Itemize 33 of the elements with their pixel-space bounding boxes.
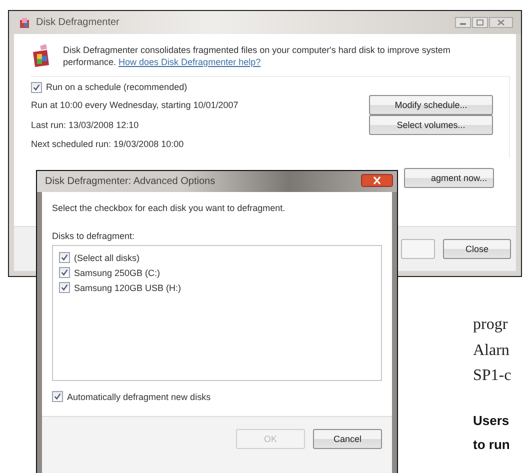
article-heading: Users: [473, 412, 510, 430]
checkbox[interactable]: [31, 82, 42, 92]
article-heading: to run: [473, 436, 511, 454]
window-title: Disk Defragmenter: [36, 17, 120, 28]
schedule-info: Last run: 13/03/2008 12:10: [31, 119, 140, 132]
article-text: progr: [473, 315, 509, 335]
close-icon[interactable]: [361, 174, 393, 187]
article-text: Alarn: [473, 340, 510, 360]
article-text: SP1-c: [473, 366, 512, 386]
checkbox-label: Run on a schedule (recommended): [46, 82, 188, 92]
minimize-icon[interactable]: [455, 17, 471, 28]
checkbox-label: Automatically defragment new disks: [67, 392, 211, 402]
instruction-text: Select the checkbox for each disk you want to defragment.: [52, 203, 286, 213]
schedule-info: Next scheduled run: 19/03/2008 10:00: [31, 138, 185, 150]
checkbox[interactable]: [59, 267, 70, 278]
checkbox[interactable]: [52, 391, 63, 402]
schedule-button[interactable]: Select volumes...: [369, 115, 493, 135]
description-text: Disk Defragmenter consolidates fragmented files on your computer's hard disk to improve system performance. How does Disk Defragmenter help?: [63, 44, 452, 68]
schedule-button[interactable]: Modify schedule...: [369, 95, 493, 115]
checkbox[interactable]: [59, 282, 70, 293]
list-label: Disks to defragment:: [52, 231, 136, 241]
close-button[interactable]: Close: [443, 239, 511, 259]
checkbox[interactable]: [59, 252, 70, 263]
disk-label: Samsung 250GB (C:): [74, 268, 160, 278]
help-link[interactable]: How does Disk Defragmenter help?: [118, 57, 261, 67]
defragment-button[interactable]: agment now...: [404, 168, 494, 188]
app-icon: [19, 16, 31, 28]
dialog-title: Disk Defragmenter: Advanced Options: [45, 176, 216, 187]
dialog-button[interactable]: Cancel: [313, 429, 382, 449]
maximize-icon[interactable]: [472, 17, 488, 28]
disk-label: Samsung 120GB USB (H:): [74, 282, 182, 292]
disk-label: (Select all disks): [74, 252, 140, 262]
schedule-info: Run at 10:00 every Wednesday, starting 10/01/2007: [31, 99, 240, 112]
